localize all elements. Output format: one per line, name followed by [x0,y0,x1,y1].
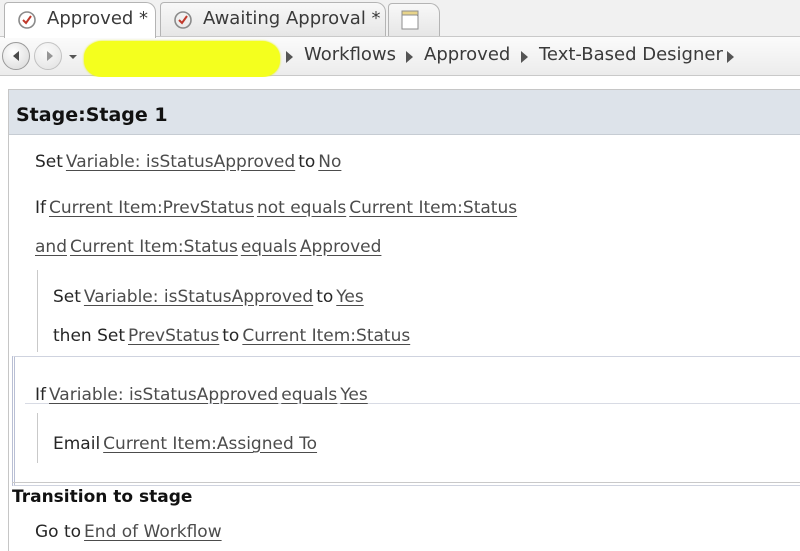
transition-goto: Go to End of Workflow [35,522,222,542]
condition-if: If Variable: isStatusApproved equals Yes [35,385,368,405]
condition-left-link[interactable]: Variable: isStatusApproved [49,385,278,405]
tab-label: Approved * [47,8,149,29]
document-tab-strip: Approved * Awaiting Approval * [0,0,800,38]
action-set-field: then Set PrevStatus to Current Item:Status [53,326,410,346]
breadcrumb-item-text-based-designer[interactable]: Text-Based Designer [539,44,723,65]
condition-right-link[interactable]: Yes [340,385,367,405]
new-page-icon [401,10,419,30]
keyword-set: Set [53,287,81,307]
redacted-site-name [84,41,280,77]
keyword-email: Email [53,434,101,454]
breadcrumb-item-approved[interactable]: Approved [424,44,510,65]
condition-if: If Current Item:PrevStatus not equals Curre… [35,198,517,218]
breadcrumb-separator-icon[interactable] [727,51,734,63]
stage-title: Stage:Stage 1 [16,104,168,126]
breadcrumb-separator-icon [521,51,528,63]
condition-left-link[interactable]: Current Item:PrevStatus [49,198,254,218]
action-email: Email Current Item:Assigned To [53,434,317,454]
keyword-go-to: Go to [35,522,82,542]
email-recipient-link[interactable]: Current Item:Assigned To [103,434,317,454]
value-link[interactable]: Yes [336,287,363,307]
stage-header[interactable]: Stage:Stage 1 [9,90,800,135]
condition-left-link[interactable]: Current Item:Status [70,237,238,257]
condition-and: and Current Item:Status equals Approved [35,237,381,257]
goto-target-link[interactable]: End of Workflow [84,522,222,542]
value-link[interactable]: No [318,152,341,172]
transition-title: Transition to stage [12,487,193,507]
new-tab-button[interactable] [388,3,440,36]
action-set-variable: Set Variable: isStatusApproved to Yes [53,287,364,307]
condition-operator-link[interactable]: not equals [257,198,346,218]
keyword-if: If [35,198,46,218]
arrow-right-icon [47,51,53,61]
breadcrumb-separator-icon [406,51,413,63]
breadcrumb: Workflows Approved Text-Based Designer [0,36,800,77]
arrow-left-icon [13,51,19,61]
back-button[interactable] [2,42,30,70]
keyword-to: to [298,152,316,172]
stage-name: Stage 1 [85,104,168,126]
condition-right-link[interactable]: Current Item:Status [349,198,517,218]
stage-label: Stage: [16,104,86,126]
keyword-then-set: then Set [53,326,125,346]
tab-awaiting-approval[interactable]: Awaiting Approval * [160,2,386,36]
transition-divider [12,482,800,483]
variable-link[interactable]: Variable: isStatusApproved [84,287,313,307]
condition-operator-link[interactable]: equals [281,385,337,405]
if-block-indent [37,270,39,352]
keyword-to: to [316,287,334,307]
forward-button[interactable] [34,42,62,70]
variable-link[interactable]: Variable: isStatusApproved [66,152,295,172]
condition-operator-link[interactable]: equals [241,237,297,257]
workflow-icon [174,11,192,29]
chevron-down-icon[interactable] [68,52,78,62]
keyword-to: to [222,326,240,346]
tab-approved[interactable]: Approved * [4,2,156,38]
if-block-selected[interactable] [12,356,800,486]
field-link[interactable]: PrevStatus [128,326,219,346]
condition-right-link[interactable]: Approved [300,237,382,257]
text-based-designer: Stage:Stage 1 Set Variable: isStatusAppro… [0,77,800,551]
action-set-variable: Set Variable: isStatusApproved to No [35,152,341,172]
breadcrumb-item-workflows[interactable]: Workflows [304,44,396,65]
tab-label: Awaiting Approval * [203,8,381,29]
if-block-indent [37,413,39,463]
keyword-set: Set [35,152,63,172]
value-link[interactable]: Current Item:Status [242,326,410,346]
keyword-and-link[interactable]: and [35,237,67,257]
breadcrumb-separator-icon [286,51,293,63]
workflow-icon [18,11,36,29]
keyword-if: If [35,385,46,405]
